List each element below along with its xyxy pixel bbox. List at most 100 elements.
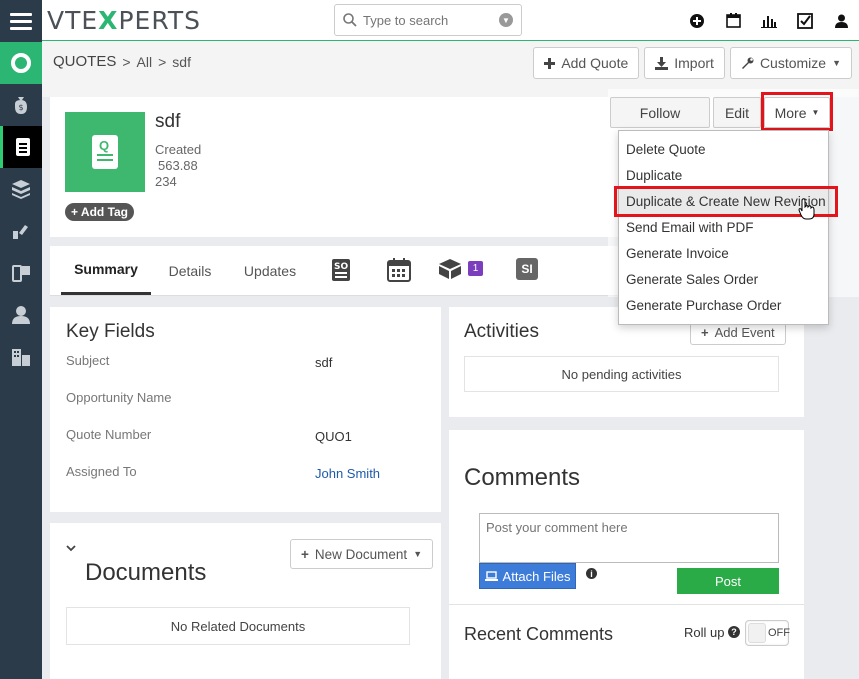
field-label: Opportunity Name <box>66 390 172 405</box>
activities-title: Activities <box>464 321 539 342</box>
add-icon[interactable] <box>679 0 715 41</box>
tab-updates[interactable]: Updates <box>238 246 302 295</box>
field-value[interactable]: QUO1 <box>315 429 352 444</box>
logo[interactable]: VTEXPERTS <box>47 6 201 35</box>
record-meta-line: Created <box>155 142 202 157</box>
caret-down-icon: ▼ <box>832 58 841 68</box>
breadcrumb-separator: > <box>122 53 131 70</box>
post-button[interactable]: Post <box>677 568 779 594</box>
follow-label: Follow <box>639 104 681 121</box>
info-icon[interactable]: i <box>586 568 597 579</box>
products-icon[interactable] <box>438 258 461 280</box>
field-label: Assigned To <box>66 464 137 479</box>
toggle-state: OFF <box>768 627 790 639</box>
tab-details[interactable]: Details <box>160 246 220 295</box>
calendar-icon[interactable] <box>715 0 751 41</box>
add-tag-label: Add Tag <box>80 205 129 219</box>
top-header: VTEXPERTS ▼ <box>42 0 859 41</box>
tab-label: Summary <box>74 261 138 277</box>
building-icon[interactable] <box>0 336 42 378</box>
follow-button[interactable]: Follow <box>610 97 710 128</box>
field-label: Subject <box>66 353 110 368</box>
si-label: SI <box>516 258 538 280</box>
field-value[interactable]: sdf <box>315 355 332 370</box>
quote-record-icon: Q <box>65 112 145 192</box>
search-icon <box>343 13 357 27</box>
menu-item-send-email-pdf[interactable]: Send Email with PDF <box>619 215 828 241</box>
menu-item-generate-sales-order[interactable]: Generate Sales Order <box>619 267 828 293</box>
import-button[interactable]: Import <box>644 47 725 79</box>
logo-x: X <box>98 6 119 35</box>
calendar-icon[interactable] <box>387 258 411 282</box>
boxes-icon[interactable] <box>0 168 42 210</box>
download-icon <box>655 56 669 70</box>
quote-letter: Q <box>99 138 110 153</box>
breadcrumb-filter[interactable]: All <box>137 54 153 70</box>
documents-panel: Documents + New Document ▼ No Related Do… <box>50 523 441 679</box>
tab-label: Updates <box>243 262 297 279</box>
key-fields-title: Key Fields <box>66 321 155 342</box>
attach-files-label: Attach Files <box>502 568 571 584</box>
no-activities-message: No pending activities <box>464 356 779 392</box>
comments-title: Comments <box>464 464 581 491</box>
menu-item-generate-purchase-order[interactable]: Generate Purchase Order <box>619 293 828 319</box>
devices-icon[interactable] <box>0 252 42 294</box>
chevron-down-icon[interactable]: ▼ <box>499 13 513 27</box>
edit-label: Edit <box>724 104 750 121</box>
record-meta-line: 234 <box>155 174 177 189</box>
tab-summary[interactable]: Summary <box>61 246 151 295</box>
user-menu-icon[interactable] <box>823 0 859 41</box>
laptop-icon <box>484 571 498 581</box>
menu-item-delete-quote[interactable]: Delete Quote <box>619 137 828 163</box>
help-icon[interactable]: ? <box>728 626 740 638</box>
left-sidebar: $ <box>0 0 42 679</box>
wrench-icon[interactable] <box>0 210 42 252</box>
record-meta: Created 563.88 234 <box>155 142 201 190</box>
add-event-label: Add Event <box>714 324 775 340</box>
plus-icon <box>544 57 556 69</box>
edit-button[interactable]: Edit <box>713 97 761 128</box>
comment-textarea[interactable] <box>479 513 779 563</box>
user-icon[interactable] <box>0 294 42 336</box>
customize-button[interactable]: Customize ▼ <box>729 47 852 79</box>
documents-title: Documents <box>85 559 207 586</box>
rollup-toggle[interactable]: OFF <box>745 620 790 646</box>
new-document-button[interactable]: + New Document ▼ <box>290 539 434 569</box>
add-quote-button[interactable]: Add Quote <box>533 47 640 79</box>
rollup-label: Roll up <box>684 625 725 640</box>
no-documents-message: No Related Documents <box>66 607 410 645</box>
more-highlight-box <box>761 92 833 131</box>
add-tag-button[interactable]: + Add Tag <box>65 203 135 221</box>
key-fields-panel: Key Fields Subject sdf Opportunity Name … <box>50 307 441 512</box>
attach-files-button[interactable]: Attach Files <box>479 563 576 589</box>
toggle-knob <box>748 623 766 643</box>
global-search: ▼ <box>334 4 522 36</box>
breadcrumb-module[interactable]: QUOTES <box>53 53 116 70</box>
add-quote-label: Add Quote <box>561 55 629 71</box>
plus-icon: + <box>701 324 709 340</box>
tab-label: Details <box>168 262 212 279</box>
logo-text-2: PERTS <box>118 6 202 35</box>
hand-cursor-icon <box>798 198 815 220</box>
svg-text:$: $ <box>19 103 24 112</box>
home-icon[interactable] <box>0 42 42 84</box>
search-input[interactable] <box>363 12 499 28</box>
recent-comments-title: Recent Comments <box>464 624 614 644</box>
tasks-icon[interactable] <box>787 0 823 41</box>
new-document-label: New Document <box>314 546 408 562</box>
comments-panel: Comments Attach Files i Post Recent Comm… <box>449 430 804 679</box>
record-meta-line: 563.88 <box>158 158 198 173</box>
sales-invoice-icon[interactable]: SI <box>516 258 538 280</box>
collapse-chevron-icon[interactable] <box>66 541 76 555</box>
products-count-badge: 1 <box>468 261 483 276</box>
assigned-to-link[interactable]: John Smith <box>315 466 380 481</box>
reports-icon[interactable] <box>751 0 787 41</box>
quotes-icon[interactable] <box>0 126 42 168</box>
money-bag-icon[interactable]: $ <box>0 84 42 126</box>
menu-item-generate-invoice[interactable]: Generate Invoice <box>619 241 828 267</box>
menu-icon[interactable] <box>0 0 42 42</box>
sales-order-icon[interactable]: SO <box>330 258 352 281</box>
wrench-icon <box>741 57 754 69</box>
breadcrumb-separator: > <box>158 53 167 70</box>
divider <box>449 604 804 605</box>
